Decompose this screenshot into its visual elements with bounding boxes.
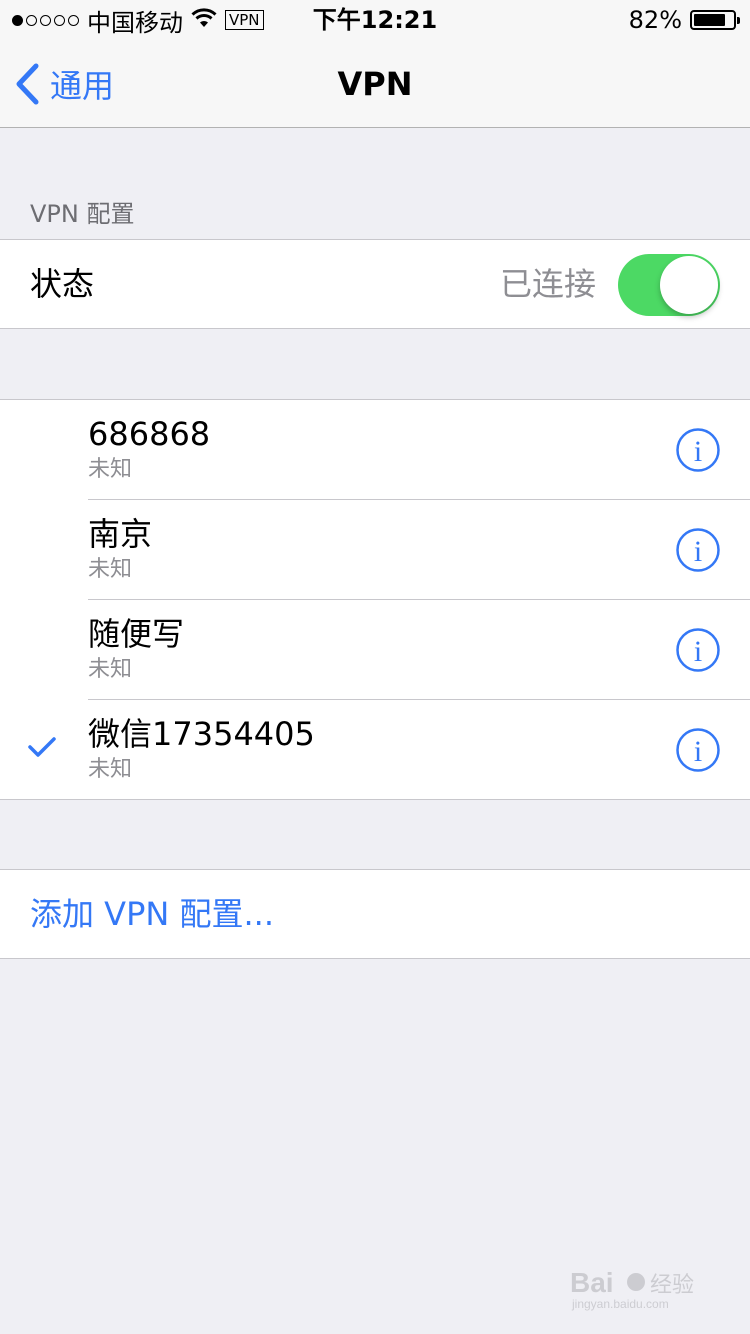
svg-text:经验: 经验	[650, 1272, 694, 1297]
svg-text:i: i	[694, 735, 702, 768]
status-row: 状态 已连接	[0, 239, 750, 329]
status-value: 已连接	[499, 265, 596, 303]
status-bar-right: 82%	[628, 6, 740, 34]
vpn-item-selected[interactable]: 微信17354405 未知 i	[0, 700, 750, 800]
svg-text:i: i	[694, 635, 702, 668]
vpn-item[interactable]: 686868 未知 i	[0, 400, 750, 500]
battery-icon	[690, 10, 740, 30]
vpn-list: 686868 未知 i 南京 未知 i 随便写 未知 i 微信17354405 …	[0, 399, 750, 800]
add-vpn-config-button[interactable]: 添加 VPN 配置...	[0, 869, 750, 959]
vpn-item-status: 未知	[88, 557, 133, 582]
vpn-item-name: 686868	[88, 415, 211, 453]
vpn-item-status: 未知	[88, 457, 133, 482]
svg-text:i: i	[694, 535, 702, 568]
info-icon[interactable]: i	[676, 728, 720, 772]
vpn-item[interactable]: 南京 未知 i	[0, 500, 750, 600]
battery-percent: 82%	[628, 6, 682, 34]
status-bar: 中国移动 VPN 下午12:21 82%	[0, 0, 750, 40]
vpn-item[interactable]: 随便写 未知 i	[0, 600, 750, 700]
vpn-item-name: 南京	[88, 515, 153, 553]
nav-bar: 通用 VPN	[0, 40, 750, 128]
add-vpn-config-label: 添加 VPN 配置...	[30, 895, 274, 933]
info-icon[interactable]: i	[676, 528, 720, 572]
vpn-item-name: 随便写	[88, 615, 185, 653]
vpn-item-name: 微信17354405	[88, 715, 315, 753]
info-icon[interactable]: i	[676, 428, 720, 472]
vpn-item-status: 未知	[88, 657, 133, 682]
svg-text:jingyan.baidu.com: jingyan.baidu.com	[571, 1297, 669, 1311]
svg-text:Bai: Bai	[570, 1267, 614, 1298]
battery-fill	[694, 14, 726, 26]
section-header: VPN 配置	[30, 200, 135, 228]
toggle-knob	[660, 256, 718, 314]
baidu-jingyan-watermark-logo: Bai 经验 jingyan.baidu.com	[570, 1262, 710, 1316]
status-label: 状态	[30, 265, 95, 303]
page-title: VPN	[337, 65, 413, 103]
svg-text:i: i	[694, 435, 702, 468]
checkmark-icon	[28, 737, 56, 757]
info-icon[interactable]: i	[676, 628, 720, 672]
vpn-item-status: 未知	[88, 757, 133, 782]
vpn-toggle[interactable]	[618, 254, 720, 316]
